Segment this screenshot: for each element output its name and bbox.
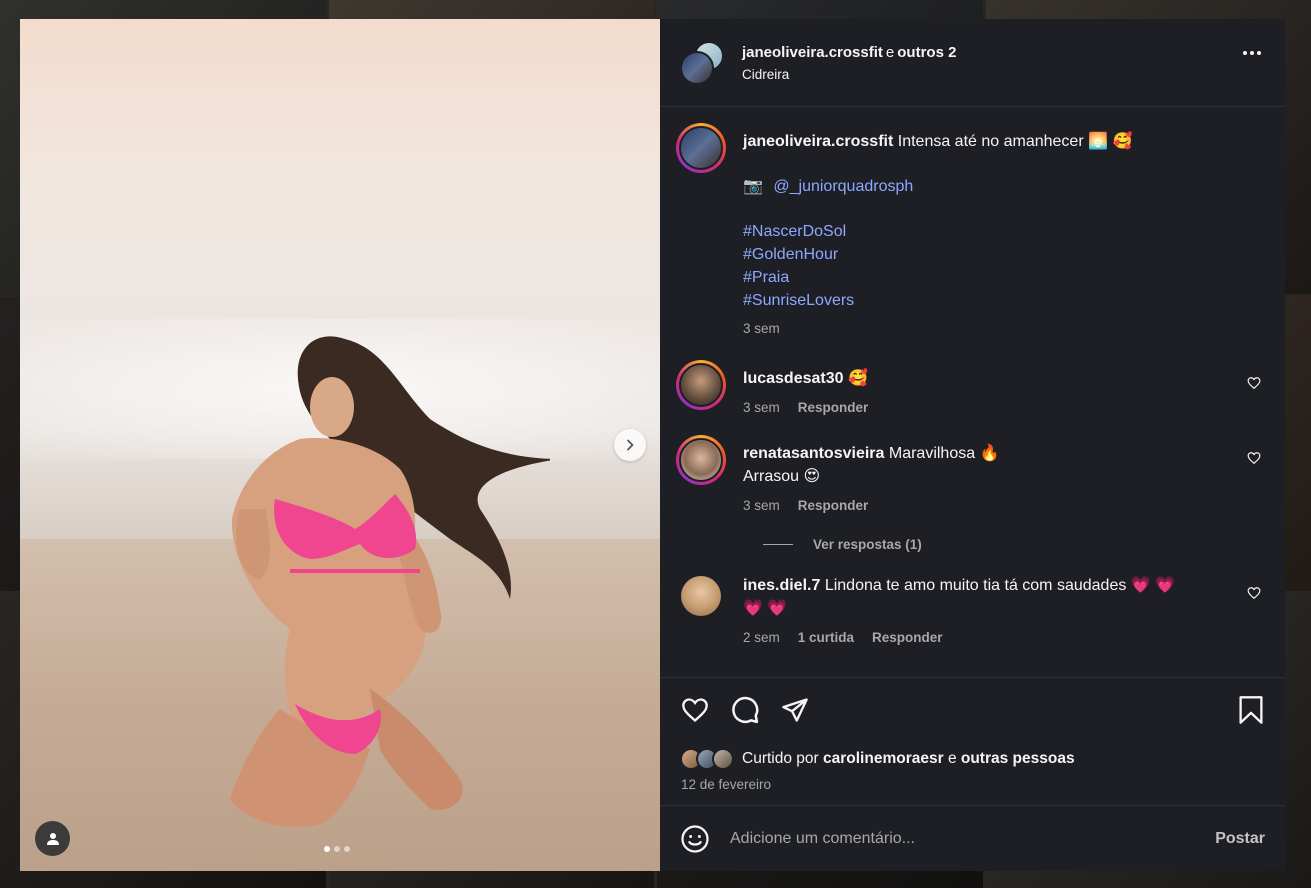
comment-username[interactable]: lucasdesat30 xyxy=(743,370,844,387)
comment-button[interactable] xyxy=(730,695,760,725)
likes-prefix: Curtido por xyxy=(742,750,819,767)
comment-time[interactable]: 3 sem xyxy=(743,400,780,415)
carousel-dot xyxy=(344,846,350,852)
post-modal: janeoliveira.crossfit e outros 2 Cidreira … xyxy=(20,19,1285,871)
story-ring[interactable] xyxy=(676,360,726,410)
comment-item: ines.diel.7 Lindona te amo muito tia tá … xyxy=(676,572,1265,645)
user-tag-icon xyxy=(46,832,59,845)
more-horizontal-icon xyxy=(1243,51,1261,55)
avatar[interactable] xyxy=(681,576,721,616)
photo-subject xyxy=(230,336,550,828)
hashtag-link[interactable]: #SunriseLovers xyxy=(743,289,1265,312)
action-bar xyxy=(660,677,1285,741)
more-options-button[interactable] xyxy=(1243,51,1261,55)
caption-time[interactable]: 3 sem xyxy=(743,321,780,336)
view-replies-label: Ver respostas (1) xyxy=(813,537,922,552)
hashtag-link[interactable]: #GoldenHour xyxy=(743,243,1265,266)
carousel-dot xyxy=(334,846,340,852)
hashtag-link[interactable]: #NascerDoSol xyxy=(743,220,1265,243)
author-username[interactable]: janeoliveira.crossfit xyxy=(742,44,883,61)
post-photo xyxy=(20,19,660,871)
chevron-right-icon xyxy=(627,439,634,451)
comment-like-icon[interactable] xyxy=(1247,376,1261,390)
collab-avatars[interactable] xyxy=(680,40,724,85)
add-comment-bar: Postar xyxy=(660,805,1285,871)
comment-time[interactable]: 2 sem xyxy=(743,630,780,645)
comment-item: lucasdesat30 🥰 3 sem Responder xyxy=(676,360,1265,415)
story-ring[interactable] xyxy=(676,123,726,173)
hashtag-link[interactable]: #Praia xyxy=(743,266,1265,289)
mention-link[interactable]: @_juniorquadrosph xyxy=(773,178,913,195)
post-date[interactable]: 12 de fevereiro xyxy=(660,777,1285,805)
likes-summary: Curtido por carolinemoraesr e outras pes… xyxy=(660,741,1285,777)
carousel-indicator xyxy=(324,846,350,852)
comment-text: Arrasou xyxy=(743,468,800,485)
collaborators-link[interactable]: outros 2 xyxy=(897,44,956,61)
replies-divider xyxy=(763,544,793,545)
caption-username[interactable]: janeoliveira.crossfit xyxy=(743,133,893,150)
reply-button[interactable]: Responder xyxy=(872,630,943,645)
comment-emoji: 💗 💗 xyxy=(743,600,788,617)
avatar xyxy=(712,748,734,770)
carousel-dot xyxy=(324,846,330,852)
view-replies-button[interactable]: Ver respostas (1) xyxy=(763,537,1265,552)
comment-username[interactable]: renatasantosvieira xyxy=(743,445,884,462)
comment-emoji: 😍 xyxy=(803,468,821,485)
comment-like-icon[interactable] xyxy=(1247,586,1261,600)
bookmark-icon[interactable] xyxy=(1237,695,1265,725)
likes-others-link[interactable]: outras pessoas xyxy=(961,750,1075,768)
comment-username[interactable]: ines.diel.7 xyxy=(743,577,820,594)
smiley-icon[interactable] xyxy=(680,824,710,854)
comment-like-icon[interactable] xyxy=(1247,451,1261,465)
liker-username[interactable]: carolinemoraesr xyxy=(823,750,944,768)
share-button[interactable] xyxy=(780,695,810,725)
caption-text: Intensa até no amanhecer xyxy=(897,133,1084,150)
tagged-users-button[interactable] xyxy=(35,821,70,856)
send-icon xyxy=(782,697,808,722)
comment-emoji: 🔥 xyxy=(979,445,1000,462)
comment-text: Lindona te amo muito tia tá com saudades xyxy=(824,577,1127,594)
avatar xyxy=(679,126,723,170)
comment-item: renatasantosvieira Maravilhosa 🔥 Arrasou… xyxy=(676,435,1265,513)
post-sidebar: janeoliveira.crossfit e outros 2 Cidreira … xyxy=(660,19,1285,871)
post-header: janeoliveira.crossfit e outros 2 Cidreira xyxy=(660,19,1285,107)
avatar xyxy=(679,363,723,407)
comment-icon xyxy=(732,696,759,723)
like-button[interactable] xyxy=(680,695,710,725)
post-comment-button[interactable]: Postar xyxy=(1215,830,1265,848)
avatar xyxy=(680,50,714,85)
comment-emoji: 🥰 xyxy=(847,370,868,387)
location-link[interactable]: Cidreira xyxy=(742,67,956,82)
caption-emoji: 🌅 🥰 xyxy=(1088,133,1133,150)
header-connector: e xyxy=(885,43,895,61)
heart-icon xyxy=(682,697,708,722)
comment-emoji: 💗 💗 xyxy=(1130,577,1176,594)
reply-button[interactable]: Responder xyxy=(798,498,869,513)
avatar xyxy=(679,438,723,482)
reply-button[interactable]: Responder xyxy=(798,400,869,415)
comment-likes[interactable]: 1 curtida xyxy=(798,630,854,645)
comments-list[interactable]: janeoliveira.crossfit Intensa até no ama… xyxy=(660,107,1285,677)
comment-input[interactable] xyxy=(730,829,1216,848)
comment-time[interactable]: 3 sem xyxy=(743,498,780,513)
story-ring[interactable] xyxy=(676,435,726,485)
likes-connector: e xyxy=(947,750,957,767)
camera-icon: 📷 xyxy=(743,178,763,195)
liker-avatars[interactable] xyxy=(680,748,734,770)
caption: janeoliveira.crossfit Intensa até no ama… xyxy=(676,123,1265,336)
comment-text: Maravilhosa xyxy=(888,445,976,462)
next-slide-button[interactable] xyxy=(614,429,646,461)
